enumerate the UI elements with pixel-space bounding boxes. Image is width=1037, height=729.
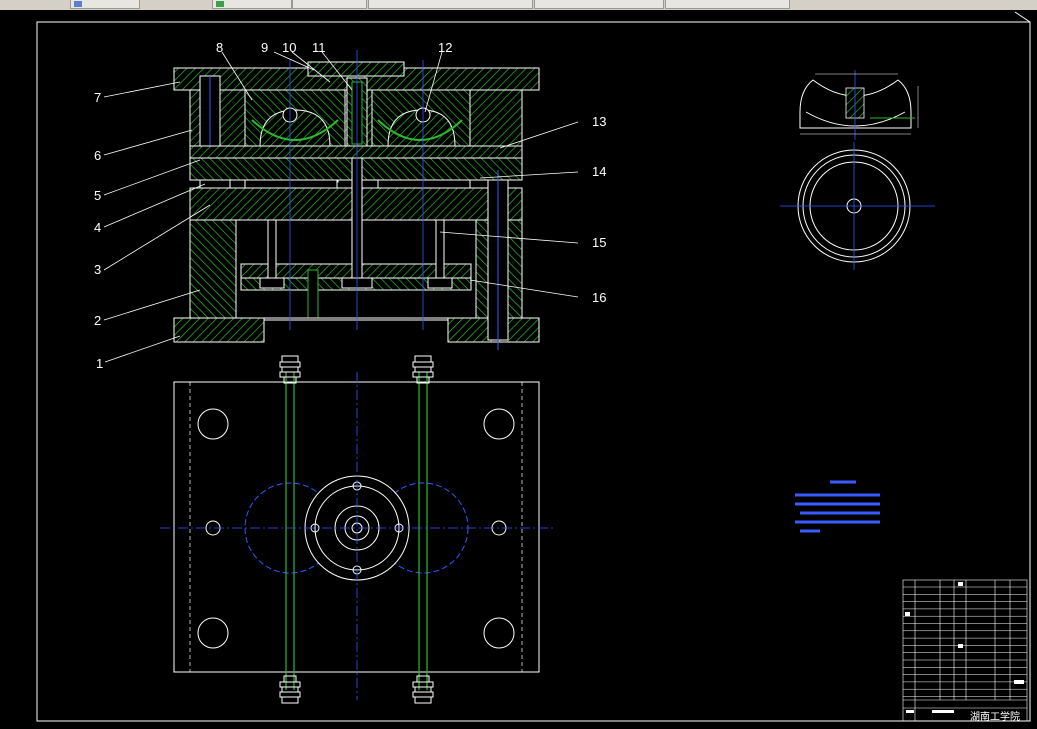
drawing-canvas[interactable]: 1 2 3 4 5 6 7 8 9 10 11 12 13 14 15 16 湖… [0, 10, 1037, 729]
part-number-16: 16 [592, 290, 606, 305]
file-tab-2[interactable] [212, 0, 292, 9]
part-number-14: 14 [592, 164, 606, 179]
bom-rows [903, 586, 1027, 697]
plan-view [160, 355, 555, 704]
layout-tab-3[interactable] [534, 0, 664, 9]
document-icon [74, 1, 82, 7]
part-number-2: 2 [94, 313, 101, 328]
part-number-11: 11 [312, 40, 326, 55]
part-number-10: 10 [282, 40, 296, 55]
layout-tab-1[interactable] [292, 0, 367, 9]
top-corner-line [1014, 11, 1031, 23]
layout-tab-4[interactable] [665, 0, 790, 9]
part-number-5: 5 [94, 188, 101, 203]
title-block [902, 579, 1028, 722]
part-number-7: 7 [94, 90, 101, 105]
part-number-3: 3 [94, 262, 101, 277]
part-number-1: 1 [96, 356, 103, 371]
sectional-view [173, 50, 540, 350]
technical-notes [795, 480, 880, 533]
school-name: 湖南工学院 [970, 710, 1020, 723]
part-number-4: 4 [94, 220, 101, 235]
part-number-6: 6 [94, 148, 101, 163]
part-drawing [780, 70, 935, 270]
part-number-15: 15 [592, 235, 606, 250]
document-icon [216, 1, 224, 7]
file-tab-1[interactable] [70, 0, 140, 9]
layout-tab-2[interactable] [368, 0, 533, 9]
part-number-13: 13 [592, 114, 606, 129]
cad-drawing: 1 2 3 4 5 6 7 8 9 10 11 12 13 14 15 16 湖… [36, 11, 1031, 723]
part-number-12: 12 [438, 40, 452, 55]
part-number-9: 9 [261, 40, 268, 55]
part-number-8: 8 [216, 40, 223, 55]
